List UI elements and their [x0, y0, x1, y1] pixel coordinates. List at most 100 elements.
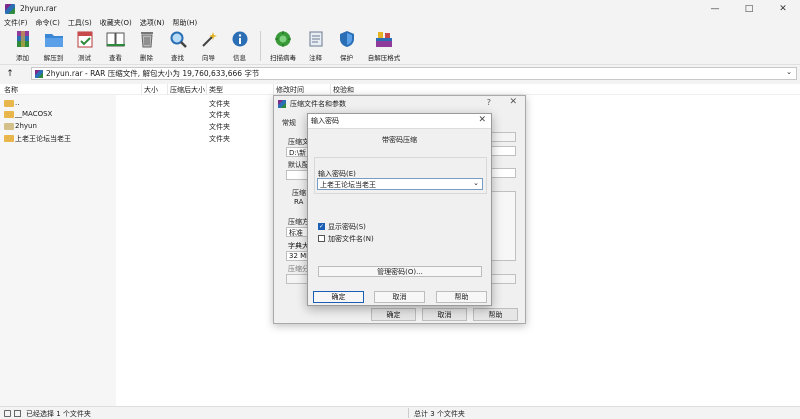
tool-label: 扫描病毒 — [270, 54, 296, 62]
checkbox-icon — [318, 235, 325, 242]
status-selection: 已经选择 1 个文件夹 — [26, 410, 91, 418]
add-archive-icon — [13, 29, 33, 49]
status-bar: 已经选择 1 个文件夹 总计 3 个文件夹 — [0, 406, 800, 419]
test-button[interactable]: 测试 — [70, 29, 99, 62]
format-label: 压缩 — [292, 189, 306, 197]
dialog-title: 输入密码 — [311, 117, 339, 125]
column-header: 名称 大小 压缩后大小 类型 修改时间 校验和 — [0, 84, 800, 95]
encrypt-names-checkbox[interactable]: 加密文件名(N) — [318, 234, 478, 243]
cancel-button[interactable]: 取消 — [374, 291, 425, 303]
protect-button[interactable]: 保护 — [332, 29, 361, 62]
dialog-title-bar: 输入密码 ✕ — [308, 114, 491, 129]
menu-file[interactable]: 文件(F) — [4, 18, 28, 28]
winrar-app-icon — [278, 99, 286, 108]
address-field[interactable]: 2hyun.rar - RAR 压缩文件, 解包大小为 19,760,633,6… — [31, 67, 797, 80]
delete-button[interactable]: 删除 — [132, 29, 161, 62]
menu-tools[interactable]: 工具(S) — [68, 18, 92, 28]
tool-label: 信息 — [233, 54, 246, 62]
wizard-icon — [199, 29, 219, 49]
tool-label: 测试 — [78, 54, 91, 62]
add-button[interactable]: 添加 — [8, 29, 37, 62]
info-button[interactable]: 信息 — [225, 29, 254, 62]
file-type: 文件夹 — [209, 100, 230, 108]
col-name[interactable]: 名称 — [4, 85, 18, 95]
drive-icon[interactable] — [4, 410, 11, 417]
method-value: 标准 — [289, 229, 303, 237]
toolbar: 添加 解压到 测试 查看 删除 查找 向导 信息 扫描病毒 注释 保护 自解压格… — [0, 29, 800, 65]
back-cancel-button[interactable]: 取消 — [422, 308, 467, 321]
manage-passwords-button[interactable]: 管理密码(O)... — [318, 266, 482, 277]
help-icon[interactable]: ? — [487, 98, 491, 107]
close-icon[interactable]: ✕ — [509, 97, 517, 107]
menu-commands[interactable]: 命令(C) — [36, 18, 60, 28]
minimize-button[interactable]: — — [698, 0, 732, 17]
view-button[interactable]: 查看 — [101, 29, 130, 62]
status-total: 总计 3 个文件夹 — [414, 410, 465, 418]
folder-icon — [4, 100, 14, 107]
archive-name-label: 压缩文 — [288, 138, 309, 146]
password-value: 上老王论坛当老王 — [320, 181, 376, 189]
list-item[interactable]: 2hyun 文件夹 — [0, 121, 280, 132]
menu-options[interactable]: 选项(N) — [140, 18, 165, 28]
encrypt-names-label: 加密文件名(N) — [328, 234, 374, 243]
comment-button[interactable]: 注释 — [301, 29, 330, 62]
find-button[interactable]: 查找 — [163, 29, 192, 62]
col-packed[interactable]: 压缩后大小 — [170, 85, 205, 95]
split-label: 压缩分 — [288, 265, 309, 273]
tool-label: 自解压格式 — [367, 54, 401, 62]
up-arrow-icon[interactable]: ↑ — [0, 69, 20, 79]
file-name: 2hyun — [15, 122, 37, 130]
maximize-button[interactable]: □ — [732, 0, 766, 17]
virus-scan-button[interactable]: 扫描病毒 — [267, 29, 299, 62]
rar-radio-label: RA — [294, 198, 304, 206]
dialog-title: 压缩文件名和参数 — [290, 99, 346, 108]
winrar-app-icon — [5, 3, 15, 14]
col-type[interactable]: 类型 — [209, 85, 223, 95]
close-icon[interactable]: ✕ — [478, 115, 486, 125]
chevron-down-icon[interactable]: ⌄ — [473, 179, 479, 187]
tab-general[interactable]: 常规 — [282, 118, 296, 128]
back-help-button[interactable]: 帮助 — [473, 308, 518, 321]
file-type: 文件夹 — [209, 135, 230, 143]
wizard-button[interactable]: 向导 — [194, 29, 223, 62]
folder-icon — [4, 111, 14, 118]
col-modified[interactable]: 修改时间 — [276, 85, 304, 95]
info-icon — [230, 29, 250, 49]
menu-favorites[interactable]: 收藏夹(O) — [100, 18, 132, 28]
show-password-checkbox[interactable]: ✓ 显示密码(S) — [318, 222, 478, 231]
list-item[interactable]: __MACOSX 文件夹 — [0, 109, 280, 120]
file-type: 文件夹 — [209, 123, 230, 131]
find-icon — [168, 29, 188, 49]
dictionary-label: 字典大 — [288, 242, 309, 250]
help-button[interactable]: 帮助 — [436, 291, 487, 303]
tool-label: 添加 — [16, 54, 29, 62]
list-item[interactable]: .. 文件夹 — [0, 98, 280, 109]
protect-icon — [337, 29, 357, 49]
title-bar: 2hyun.rar — □ ✕ — [0, 0, 800, 17]
back-ok-button[interactable]: 确定 — [371, 308, 416, 321]
folder-icon — [4, 135, 14, 142]
key-icon[interactable] — [14, 410, 21, 417]
extract-to-button[interactable]: 解压到 — [39, 29, 68, 62]
method-label: 压缩方 — [288, 218, 309, 226]
sfx-icon — [374, 29, 394, 49]
file-type: 文件夹 — [209, 111, 230, 119]
password-input[interactable]: 上老王论坛当老王 ⌄ — [317, 178, 483, 190]
close-button[interactable]: ✕ — [766, 0, 800, 17]
archive-icon — [35, 69, 43, 78]
file-name: __MACOSX — [15, 110, 53, 118]
col-size[interactable]: 大小 — [144, 85, 158, 95]
list-item[interactable]: 上老王论坛当老王 文件夹 — [0, 133, 280, 144]
address-bar: ↑ 2hyun.rar - RAR 压缩文件, 解包大小为 19,760,633… — [0, 66, 800, 81]
file-name: 上老王论坛当老王 — [15, 135, 71, 143]
ok-button[interactable]: 确定 — [313, 291, 364, 303]
dialog-title-bar: 压缩文件名和参数 ? ✕ — [274, 96, 525, 111]
col-crc[interactable]: 校验和 — [333, 85, 354, 95]
folder-icon — [4, 123, 14, 130]
sfx-button[interactable]: 自解压格式 — [363, 29, 405, 62]
menu-bar: 文件(F) 命令(C) 工具(S) 收藏夹(O) 选项(N) 帮助(H) — [0, 17, 800, 29]
tool-label: 查找 — [171, 54, 184, 62]
tool-label: 保护 — [340, 54, 353, 62]
menu-help[interactable]: 帮助(H) — [172, 18, 197, 28]
chevron-down-icon[interactable]: ⌄ — [786, 68, 792, 76]
